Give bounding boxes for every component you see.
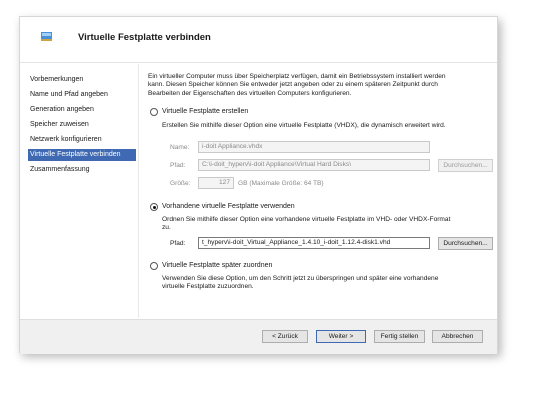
description-line: zu. — [162, 224, 171, 232]
sidebar-item-speicher[interactable]: Speicher zuweisen — [28, 119, 136, 131]
sidebar-item-name-und-pfad[interactable]: Name und Pfad angeben — [28, 89, 136, 101]
size-label: Größe: — [170, 180, 191, 187]
existing-path-input[interactable]: t_hyperv\i-doit_Virtual_Appliance_1.4.10… — [198, 237, 430, 249]
sidebar-item-zusammenfassung[interactable]: Zusammenfassung — [28, 164, 136, 176]
radio-existing-disk-label[interactable]: Vorhandene virtuelle Festplatte verwende… — [162, 203, 295, 210]
back-button[interactable]: < Zurück — [262, 330, 308, 343]
browse-create-button[interactable]: Durchsuchen... — [438, 159, 493, 172]
intro-line: Bearbeiten der Eigenschaften des virtuel… — [148, 89, 352, 97]
wizard-header: Virtuelle Festplatte verbinden — [20, 17, 497, 63]
intro-line: Ein virtueller Computer muss über Speich… — [148, 73, 446, 80]
wizard-content: Ein virtueller Computer muss über Speich… — [148, 73, 493, 318]
intro-text: Ein virtueller Computer muss über Speich… — [148, 73, 492, 98]
wizard-steps-sidebar: Vorbemerkungen Name und Pfad angeben Gen… — [20, 64, 138, 318]
description-line: virtuelle Festplatte zuzuordnen. — [162, 283, 254, 291]
disk-path-input[interactable]: C:\i-doit_hyperv\i-doit Appliance\Virtua… — [198, 159, 430, 171]
sidebar-item-netzwerk[interactable]: Netzwerk konfigurieren — [28, 134, 136, 146]
virtual-disk-icon — [41, 32, 52, 41]
name-label: Name: — [170, 144, 190, 151]
next-button[interactable]: Weiter > — [316, 330, 366, 343]
create-disk-description: Erstellen Sie mithilfe dieser Option ein… — [162, 122, 446, 129]
description-line: Ordnen Sie mithilfe dieser Option eine v… — [162, 216, 451, 223]
radio-attach-later-label[interactable]: Virtuelle Festplatte später zuordnen — [162, 262, 272, 269]
size-unit-label: GB (Maximale Größe: 64 TB) — [238, 180, 324, 187]
path-label: Pfad: — [170, 162, 186, 169]
intro-line: kann. Diesen Speicher können Sie entwede… — [148, 81, 438, 89]
existing-path-label: Pfad: — [170, 240, 186, 247]
finish-button[interactable]: Fertig stellen — [374, 330, 425, 343]
browse-existing-button[interactable]: Durchsuchen... — [438, 237, 493, 250]
sidebar-item-vorbemerkungen[interactable]: Vorbemerkungen — [28, 74, 136, 86]
radio-existing-disk[interactable] — [150, 203, 158, 211]
description-line: Verwenden Sie diese Option, um den Schri… — [162, 275, 439, 282]
page-title: Virtuelle Festplatte verbinden — [78, 32, 211, 43]
attach-later-description: Verwenden Sie diese Option, um den Schri… — [162, 275, 492, 292]
wizard-window: Virtuelle Festplatte verbinden Vorbemerk… — [19, 16, 498, 354]
sidebar-item-virtuelle-festplatte[interactable]: Virtuelle Festplatte verbinden — [28, 149, 136, 161]
existing-disk-description: Ordnen Sie mithilfe dieser Option eine v… — [162, 216, 492, 233]
sidebar-item-generation[interactable]: Generation angeben — [28, 104, 136, 116]
cancel-button[interactable]: Abbrechen — [432, 330, 483, 343]
wizard-footer: < Zurück Weiter > Fertig stellen Abbrech… — [20, 319, 497, 354]
radio-attach-later[interactable] — [150, 262, 158, 270]
sidebar-divider — [138, 64, 139, 318]
radio-create-disk[interactable] — [150, 108, 158, 116]
disk-size-input[interactable]: 127 — [198, 177, 234, 189]
disk-name-input[interactable]: i-doit Appliance.vhdx — [198, 141, 430, 153]
radio-create-disk-label[interactable]: Virtuelle Festplatte erstellen — [162, 108, 248, 115]
